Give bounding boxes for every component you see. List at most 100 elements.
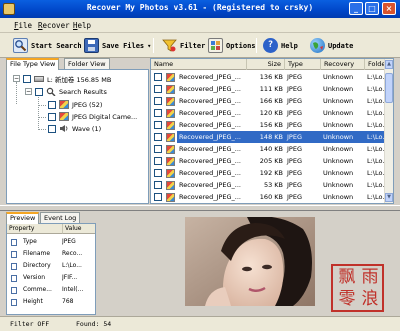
tree-item-jpeg-camera[interactable]: JPEG Digital Came... [48,111,137,122]
property-row[interactable]: Height 768 [7,297,95,307]
wave-checkbox[interactable] [48,124,56,133]
property-row[interactable]: Type JPEG [7,237,95,247]
tree-connector [38,94,39,130]
menu-help[interactable]: Help [73,21,91,30]
image-file-icon [166,145,175,154]
file-name: Recovered_JPEG_... [179,145,241,153]
property-row[interactable]: Directory L:\Lo... [7,261,95,271]
table-row[interactable]: Recovered_JPEG_... 53 KB JPEG Unknown L:\Lo.… [151,179,389,191]
row-checkbox[interactable] [154,121,162,129]
scroll-thumb[interactable] [385,73,393,103]
speaker-icon [59,124,69,133]
image-file-icon [166,193,175,202]
row-checkbox[interactable] [154,133,162,141]
search-results-checkbox[interactable] [35,87,43,96]
column-header-name[interactable]: Name [151,59,247,70]
table-row[interactable]: Recovered_JPEG_... 136 KB JPEG Unknown L:\Lo… [151,71,389,83]
portrait-photo [185,217,315,306]
scroll-up-button[interactable]: ▲ [385,60,393,69]
menu-file[interactable]: File [14,21,32,30]
table-row[interactable]: Recovered_JPEG_... 205 KB JPEG Unknown L:\Lo… [151,155,389,167]
save-files-button[interactable]: Save Files ▾ [84,36,151,55]
tab-file-type-view[interactable]: File Type View [6,58,60,70]
row-checkbox[interactable] [154,181,162,189]
file-type: JPEG [287,181,302,189]
column-header-recovery[interactable]: Recovery [321,59,365,70]
row-checkbox[interactable] [154,157,162,165]
table-row[interactable]: Recovered_JPEG_... 148 KB JPEG Unknown L:\Lo… [151,131,389,143]
property-icon [11,239,17,246]
file-list[interactable]: Name Size Type Recovery Folder Recovered… [150,58,394,204]
tab-preview[interactable]: Preview [6,212,40,224]
vertical-scrollbar[interactable]: ▲ ▼ [384,59,393,203]
options-button[interactable]: Options [208,36,256,55]
wave-label: Wave (1) [72,124,102,133]
property-row[interactable]: Version JFIF... [7,273,95,283]
search-icon [13,38,28,53]
value-column-header[interactable]: Value [63,224,95,234]
title-bar[interactable]: Recover My Photos v3.61 - (Registered to… [0,0,400,18]
column-header-size[interactable]: Size [247,59,285,70]
file-name: Recovered_JPEG_... [179,193,241,201]
save-icon [84,38,99,53]
close-button[interactable]: × [382,2,396,15]
table-row[interactable]: Recovered_JPEG_... 160 KB JPEG Unknown L:\Lo… [151,191,389,203]
property-key: Version [23,274,46,281]
start-search-button[interactable]: Start Search [13,36,82,55]
file-name: Recovered_JPEG_... [179,157,241,165]
tab-event-log[interactable]: Event Log [40,212,81,223]
table-row[interactable]: Recovered_JPEG_... 140 KB JPEG Unknown L:\Lo… [151,143,389,155]
scroll-down-button[interactable]: ▼ [385,193,393,202]
table-row[interactable]: Recovered_JPEG_... 166 KB JPEG Unknown L:\Lo… [151,95,389,107]
file-recovery: Unknown [323,85,354,93]
menu-bar: File Recover Help [0,18,400,33]
update-button[interactable]: Update [310,36,353,55]
table-row[interactable]: Recovered_JPEG_... 192 KB JPEG Unknown L:\Lo… [151,167,389,179]
row-checkbox[interactable] [154,109,162,117]
property-row[interactable]: Filename Reco... [7,249,95,259]
collapse-icon[interactable]: − [25,88,32,95]
search-icon [46,87,56,97]
property-icon [11,275,17,282]
file-type-tree[interactable]: − L: 新加卷 156.85 MB − Search Results JPEG… [6,69,149,204]
tree-item-wave[interactable]: Wave (1) [48,123,101,134]
tab-folder-view[interactable]: Folder View [64,58,110,69]
menu-recover[interactable]: Recover [38,21,70,30]
row-checkbox[interactable] [154,85,162,93]
toolbar-separator [153,38,154,53]
image-file-icon [59,112,69,121]
row-checkbox[interactable] [154,169,162,177]
tree-connector [16,82,17,104]
update-label: Update [328,41,354,50]
help-button[interactable]: ? Help [263,36,298,55]
collapse-icon[interactable]: − [13,75,20,82]
row-checkbox[interactable] [154,193,162,201]
tree-connector [38,129,46,130]
drive-checkbox[interactable] [23,74,31,83]
file-name: Recovered_JPEG_... [179,97,241,105]
file-name: Recovered_JPEG_... [179,109,241,117]
tree-item-drive[interactable]: − L: 新加卷 156.85 MB [13,73,111,84]
table-row[interactable]: Recovered_JPEG_... 111 KB JPEG Unknown L:\Lo… [151,83,389,95]
property-value: 768 [62,298,74,305]
property-column-header[interactable]: Property [7,224,63,234]
tree-item-jpeg[interactable]: JPEG (52) [48,99,102,110]
row-checkbox[interactable] [154,73,162,81]
table-row[interactable]: Recovered_JPEG_... 120 KB JPEG Unknown L:\Lo… [151,107,389,119]
tree-item-search-results[interactable]: − Search Results [25,86,107,97]
jpeg-camera-checkbox[interactable] [48,112,56,121]
column-header-type[interactable]: Type [285,59,321,70]
filter-button[interactable]: Filter [162,36,205,55]
properties-grid[interactable]: Property Value Type JPEG Filename Reco... Di… [6,223,96,315]
row-checkbox[interactable] [154,145,162,153]
row-checkbox[interactable] [154,97,162,105]
table-row[interactable]: Recovered_JPEG_... 156 KB JPEG Unknown L:\Lo… [151,119,389,131]
maximize-button[interactable]: □ [365,2,379,15]
minimize-button[interactable]: _ [349,2,363,15]
property-row[interactable]: Comme... Intel(... [7,285,95,295]
file-size: 148 KB [259,133,283,141]
pane-splitter[interactable] [0,205,400,211]
file-type: JPEG [287,73,302,81]
jpeg-checkbox[interactable] [48,100,56,109]
chevron-down-icon[interactable]: ▾ [147,42,151,50]
